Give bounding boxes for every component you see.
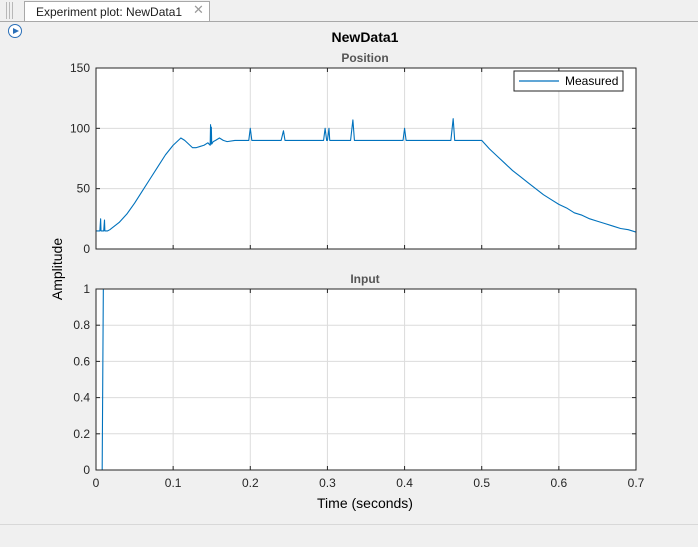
input-axes: 0 0.2 0.4 0.6 0.8 1 0 0.1 0.2 0.3 0.4 0.5 0.6 0.7 (73, 282, 644, 490)
x-axis-label: Time (seconds) (317, 495, 413, 511)
y-axis-label: Amplitude (49, 238, 65, 300)
experiment-figure: NewData1 Amplitude Time (seconds) Positi… (49, 29, 645, 511)
position-plot-title: Position (341, 51, 388, 65)
x-tick-label: 0.7 (628, 476, 645, 490)
legend-entry-measured: Measured (565, 74, 618, 88)
y-tick-label: 0.8 (73, 318, 90, 332)
x-tick-label: 0.4 (396, 476, 413, 490)
figure-title: NewData1 (332, 29, 399, 45)
x-tick-label: 0 (93, 476, 100, 490)
x-tick-label: 0.1 (165, 476, 182, 490)
y-tick-label: 0.6 (73, 354, 90, 368)
x-tick-label: 0.5 (473, 476, 490, 490)
input-plot-title: Input (350, 272, 379, 286)
x-tick-label: 0.2 (242, 476, 259, 490)
y-tick-label: 0.4 (73, 391, 90, 405)
plot-background (96, 68, 636, 249)
y-tick-label: 0.2 (73, 427, 90, 441)
y-tick-label: 0 (83, 463, 90, 477)
x-tick-label: 0.3 (319, 476, 336, 490)
y-tick-label: 1 (83, 282, 90, 296)
y-tick-label: 0 (83, 242, 90, 256)
legend: Measured (513, 70, 624, 92)
y-tick-label: 150 (70, 61, 90, 75)
x-tick-label: 0.6 (551, 476, 568, 490)
y-tick-label: 100 (70, 121, 90, 135)
y-tick-label: 50 (77, 182, 91, 196)
plot-background (96, 289, 636, 470)
